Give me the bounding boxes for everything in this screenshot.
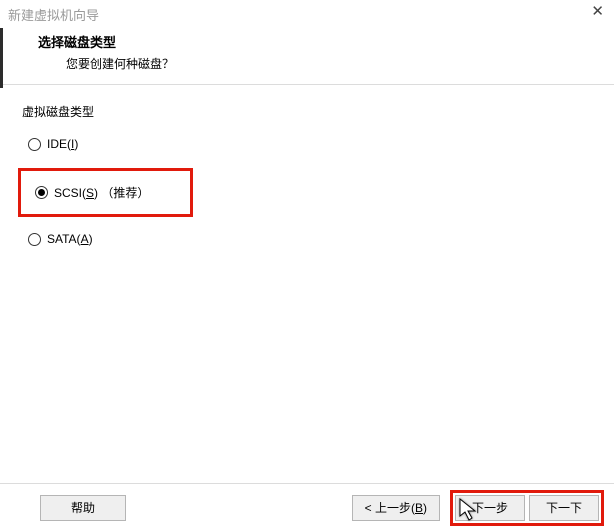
- back-button[interactable]: < 上一步(B): [352, 495, 440, 521]
- radio-label-sata: SATA(A): [47, 232, 93, 246]
- page-subtitle: 您要创建何种磁盘？: [66, 55, 614, 72]
- next-button-alt[interactable]: 下一下: [529, 495, 599, 521]
- page-title: 选择磁盘类型: [38, 32, 614, 51]
- wizard-header: 选择磁盘类型 您要创建何种磁盘？: [0, 28, 614, 85]
- highlight-scsi-box: SCSI(S) （推荐）: [18, 168, 193, 217]
- titlebar: 新建虚拟机向导 ✕: [0, 0, 614, 28]
- radio-option-ide[interactable]: IDE(I): [22, 134, 84, 154]
- radio-dot-icon: [28, 138, 41, 151]
- radio-label-scsi: SCSI(S) （推荐）: [54, 184, 149, 201]
- radio-option-sata[interactable]: SATA(A): [22, 229, 99, 249]
- radio-label-ide: IDE(I): [47, 137, 78, 151]
- content-area: 虚拟磁盘类型 IDE(I) SCSI(S) （推荐） SATA(A): [0, 85, 614, 249]
- disk-type-group-label: 虚拟磁盘类型: [22, 103, 592, 120]
- highlight-next-box: 下一步 下一下: [450, 490, 604, 526]
- close-icon[interactable]: ✕: [591, 4, 604, 19]
- next-button[interactable]: 下一步: [455, 495, 525, 521]
- radio-dot-icon: [28, 233, 41, 246]
- help-button[interactable]: 帮助: [40, 495, 126, 521]
- window-title: 新建虚拟机向导: [8, 5, 99, 24]
- radio-dot-icon: [35, 186, 48, 199]
- left-edge-decor: [0, 28, 3, 88]
- wizard-footer: 帮助 < 上一步(B) 下一步 下一下: [0, 483, 614, 531]
- radio-option-scsi[interactable]: SCSI(S) （推荐）: [29, 181, 155, 204]
